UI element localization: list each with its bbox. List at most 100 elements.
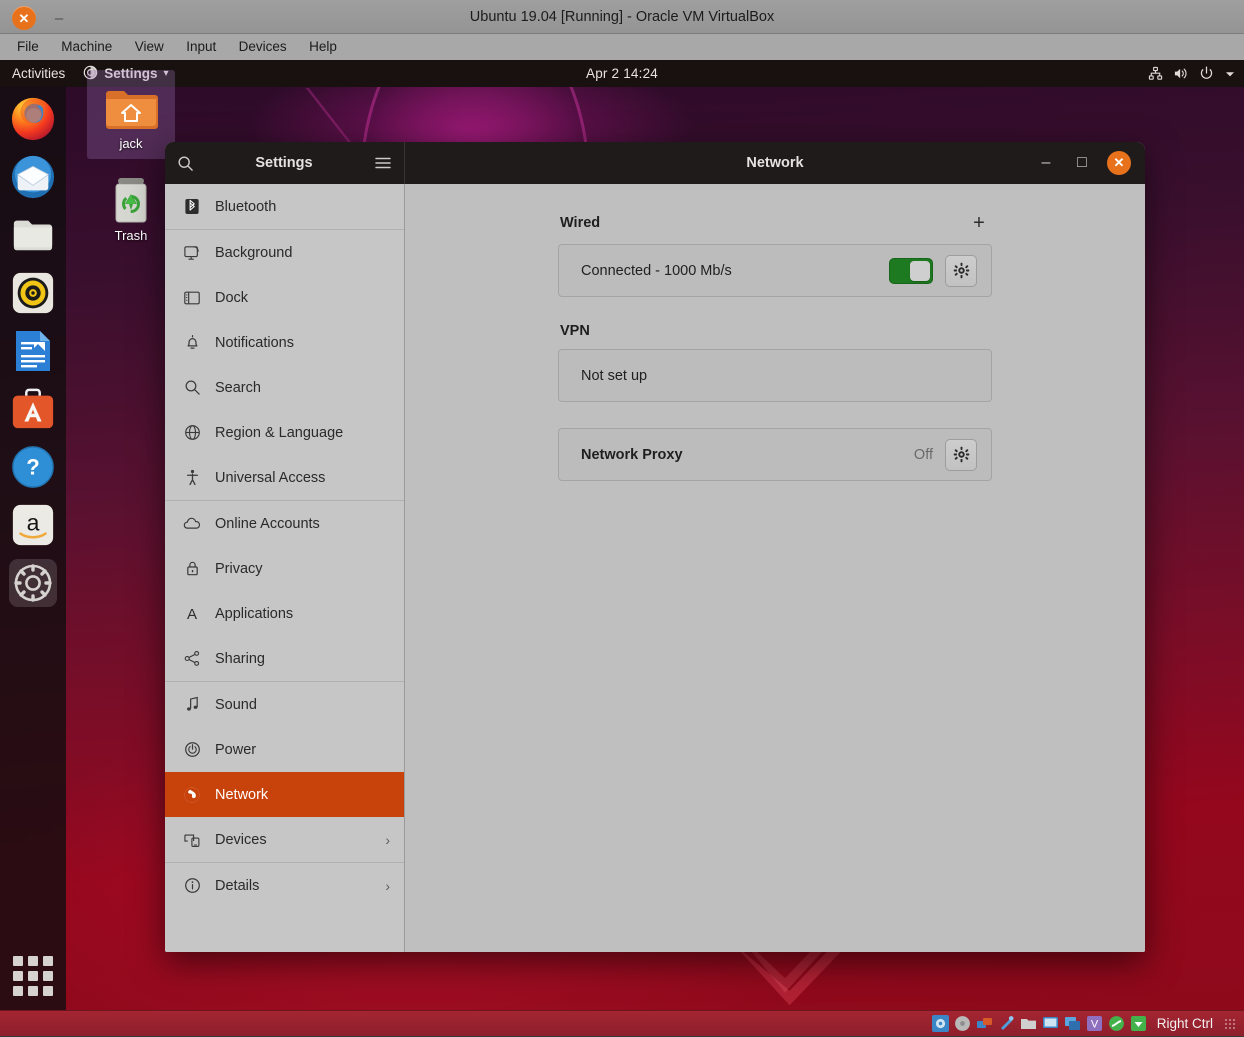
sidebar-item-details[interactable]: Details › — [165, 863, 404, 908]
close-button[interactable]: ✕ — [1107, 151, 1131, 175]
gear-icon — [953, 446, 970, 463]
sidebar-item-sharing[interactable]: Sharing — [165, 636, 404, 681]
show-applications-button[interactable] — [13, 956, 53, 996]
menu-help[interactable]: Help — [300, 34, 346, 60]
network-wired-icon — [1148, 66, 1163, 81]
menu-devices[interactable]: Devices — [230, 34, 296, 60]
hamburger-menu-icon[interactable] — [374, 155, 392, 171]
menu-view[interactable]: View — [126, 34, 173, 60]
dock-item-ubuntu-software[interactable] — [9, 385, 57, 433]
sidebar-label: Region & Language — [215, 425, 390, 441]
sidebar-item-network[interactable]: Network — [165, 772, 404, 817]
wired-settings-button[interactable] — [945, 255, 977, 287]
music-note-icon — [183, 696, 201, 713]
dock-item-thunderbird[interactable] — [9, 153, 57, 201]
maximize-button[interactable]: □ — [1071, 152, 1093, 174]
sidebar-label: Power — [215, 742, 390, 758]
toggle-knob — [910, 261, 930, 281]
vpn-row: Not set up — [558, 349, 992, 402]
desktop-icon-label: Trash — [87, 228, 175, 243]
dock-item-firefox[interactable] — [9, 95, 57, 143]
network-proxy-row: Network Proxy Off — [558, 428, 992, 481]
search-icon[interactable] — [177, 155, 194, 172]
dock-item-files[interactable] — [9, 211, 57, 259]
sidebar-label: Background — [215, 245, 390, 261]
sidebar-item-devices[interactable]: Devices › — [165, 817, 404, 862]
desktop-icon-home-folder[interactable]: jack — [87, 70, 175, 159]
virtualbox-window-title: Ubuntu 19.04 [Running] - Oracle VM Virtu… — [0, 0, 1244, 34]
resize-grip[interactable] — [1224, 1018, 1236, 1030]
dock-item-libreoffice-writer[interactable] — [9, 327, 57, 375]
dock-item-rhythmbox[interactable] — [9, 269, 57, 317]
dock-item-settings[interactable] — [9, 559, 57, 607]
wired-connection-toggle[interactable] — [889, 258, 933, 284]
mouse-integration-icon[interactable] — [1108, 1015, 1125, 1032]
desktop-icon-trash[interactable]: Trash — [87, 168, 175, 243]
sidebar-item-search[interactable]: Search — [165, 365, 404, 410]
video-capture-icon[interactable]: V — [1086, 1015, 1103, 1032]
sidebar-item-power[interactable]: Power — [165, 727, 404, 772]
sidebar-label: Bluetooth — [215, 199, 390, 215]
sidebar-item-universal-access[interactable]: Universal Access — [165, 455, 404, 500]
display-icon[interactable] — [1042, 1015, 1059, 1032]
sidebar-label: Notifications — [215, 335, 390, 351]
network-icon[interactable] — [976, 1015, 993, 1032]
virtualbox-titlebar: ✕ – Ubuntu 19.04 [Running] - Oracle VM V… — [0, 0, 1244, 34]
add-wired-connection-button[interactable]: + — [968, 212, 990, 234]
minimize-button[interactable]: – — [1035, 152, 1057, 174]
wired-status-label: Connected - 1000 Mb/s — [581, 263, 889, 279]
sidebar-item-privacy[interactable]: Privacy — [165, 546, 404, 591]
dock-item-amazon[interactable]: a — [9, 501, 57, 549]
menu-input[interactable]: Input — [177, 34, 225, 60]
sidebar-item-bluetooth[interactable]: Bluetooth — [165, 184, 404, 229]
wallpaper-line-shape — [306, 88, 654, 150]
applications-icon: A — [183, 605, 201, 622]
gnome-top-panel: Activities Settings ▾ Apr 2 14:24 — [0, 60, 1244, 87]
virtualbox-window: ✕ – Ubuntu 19.04 [Running] - Oracle VM V… — [0, 0, 1244, 1036]
sidebar-item-region-language[interactable]: Region & Language — [165, 410, 404, 455]
devices-icon — [183, 832, 201, 848]
svg-text:a: a — [27, 510, 40, 536]
volume-icon — [1173, 66, 1189, 81]
menu-machine[interactable]: Machine — [52, 34, 121, 60]
sidebar-label: Applications — [215, 606, 390, 622]
dock-icon — [183, 290, 201, 306]
clipboard-icon[interactable] — [1064, 1015, 1081, 1032]
sidebar-label: Dock — [215, 290, 390, 306]
sidebar-label: Search — [215, 380, 390, 396]
gear-icon — [953, 262, 970, 279]
vpn-section-header: VPN — [558, 323, 992, 339]
wired-connection-row: Connected - 1000 Mb/s — [558, 244, 992, 297]
share-icon — [183, 650, 201, 667]
optical-disk-icon[interactable] — [954, 1015, 971, 1032]
bluetooth-icon — [183, 198, 201, 215]
sidebar-item-dock[interactable]: Dock — [165, 275, 404, 320]
network-proxy-state: Off — [914, 447, 933, 463]
ubuntu-guest-screen: Activities Settings ▾ Apr 2 14:24 — [0, 60, 1244, 1010]
hard-disk-icon[interactable] — [932, 1015, 949, 1032]
sidebar-item-applications[interactable]: A Applications — [165, 591, 404, 636]
sidebar-item-online-accounts[interactable]: Online Accounts — [165, 501, 404, 546]
sidebar-item-background[interactable]: Background — [165, 230, 404, 275]
wired-title: Wired — [560, 215, 600, 231]
shared-folder-icon[interactable] — [1020, 1015, 1037, 1032]
settings-header-bar: Settings Network – □ ✕ — [165, 142, 1145, 184]
sidebar-item-notifications[interactable]: Notifications — [165, 320, 404, 365]
menu-file[interactable]: File — [8, 34, 48, 60]
panel-clock[interactable]: Apr 2 14:24 — [0, 60, 1244, 87]
dock-item-help[interactable]: ? — [9, 443, 57, 491]
background-icon — [183, 245, 201, 261]
lock-icon — [183, 560, 201, 577]
keyboard-icon[interactable] — [1130, 1015, 1147, 1032]
panel-status-area[interactable] — [1148, 60, 1236, 87]
settings-title: Settings — [255, 155, 312, 171]
sidebar-label: Universal Access — [215, 470, 390, 486]
network-proxy-settings-button[interactable] — [945, 439, 977, 471]
accessibility-icon — [183, 469, 201, 486]
settings-window: Settings Network – □ ✕ — [165, 142, 1145, 952]
home-folder-icon — [87, 76, 175, 132]
sidebar-item-sound[interactable]: Sound — [165, 682, 404, 727]
ubuntu-dock: ? a — [0, 87, 66, 1010]
usb-icon[interactable] — [998, 1015, 1015, 1032]
sidebar-label: Privacy — [215, 561, 390, 577]
